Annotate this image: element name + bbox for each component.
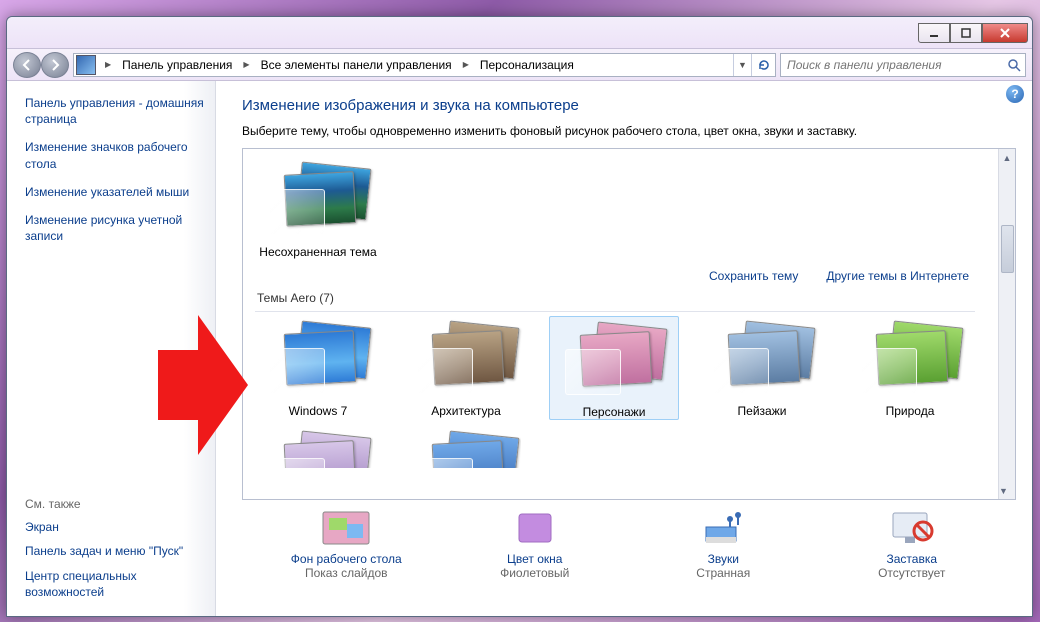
theme-label: Архитектура [401, 404, 531, 418]
setting-label: Фон рабочего стола [261, 552, 431, 566]
setting-label: Звуки [638, 552, 808, 566]
scroll-thumb[interactable] [1001, 225, 1014, 273]
theme-label: Природа [845, 404, 975, 418]
sounds-button[interactable]: Звуки Странная [638, 508, 808, 580]
refresh-button[interactable] [751, 54, 775, 76]
minimize-button[interactable] [918, 23, 950, 43]
theme-characters[interactable]: Персонажи [549, 316, 679, 420]
nav-back-button[interactable] [13, 52, 41, 78]
theme-landscapes[interactable]: Пейзажи [697, 316, 827, 420]
save-theme-link[interactable]: Сохранить тему [709, 269, 798, 283]
search-icon [1003, 58, 1025, 72]
page-subtitle: Выберите тему, чтобы одновременно измени… [242, 124, 1016, 138]
aero-section-label: Темы Aero (7) [253, 287, 993, 311]
breadcrumb-seg3[interactable]: Персонализация [476, 54, 578, 76]
setting-value: Отсутствует [827, 566, 997, 580]
desktop-background-button[interactable]: Фон рабочего стола Показ слайдов [261, 508, 431, 580]
page-title: Изменение изображения и звука на компьют… [242, 97, 1016, 114]
color-icon [508, 508, 562, 548]
setting-label: Цвет окна [450, 552, 620, 566]
see-also-taskbar[interactable]: Панель задач и меню "Пуск" [25, 543, 207, 559]
setting-value: Показ слайдов [261, 566, 431, 580]
setting-label: Заставка [827, 552, 997, 566]
theme-windows7[interactable]: Windows 7 [253, 316, 383, 420]
main-pane: ? Изменение изображения и звука на компь… [216, 81, 1032, 616]
maximize-button[interactable] [950, 23, 982, 43]
setting-value: Странная [638, 566, 808, 580]
see-also-ease[interactable]: Центр специальных возможностей [25, 568, 207, 600]
breadcrumb-seg2[interactable]: Все элементы панели управления [257, 54, 456, 76]
close-button[interactable] [982, 23, 1028, 43]
sidebar-link-pointers[interactable]: Изменение указателей мыши [25, 184, 207, 200]
theme-partial-1[interactable] [253, 426, 383, 472]
scroll-up-icon[interactable]: ▲ [999, 149, 1015, 166]
address-bar[interactable]: ▶ Панель управления ▶ Все элементы панел… [73, 53, 776, 77]
sounds-icon [696, 508, 750, 548]
section-divider [255, 311, 975, 312]
theme-label: Персонажи [550, 405, 678, 419]
breadcrumb-seg1[interactable]: Панель управления [118, 54, 236, 76]
see-also-display[interactable]: Экран [25, 519, 207, 535]
theme-label: Пейзажи [697, 404, 827, 418]
theme-unsaved-label: Несохраненная тема [253, 245, 383, 259]
sidebar-home-link[interactable]: Панель управления - домашняя страница [25, 95, 207, 127]
theme-label: Windows 7 [253, 404, 383, 418]
scroll-down-icon[interactable]: ▼ [999, 482, 1008, 499]
window-color-button[interactable]: Цвет окна Фиолетовый [450, 508, 620, 580]
address-dropdown[interactable]: ▼ [733, 54, 751, 76]
nav-forward-button[interactable] [41, 52, 69, 78]
scrollbar[interactable]: ▲ ▼ [998, 149, 1015, 499]
side-pane: Панель управления - домашняя страница Из… [7, 81, 216, 616]
screensaver-icon [885, 508, 939, 548]
sidebar-link-desktop-icons[interactable]: Изменение значков рабочего стола [25, 139, 207, 171]
theme-nature[interactable]: Природа [845, 316, 975, 420]
theme-unsaved[interactable]: Несохраненная тема [253, 157, 383, 259]
search-box[interactable] [780, 53, 1026, 77]
theme-partial-2[interactable] [401, 426, 531, 472]
personalization-window: ▶ Панель управления ▶ Все элементы панел… [6, 16, 1033, 617]
screensaver-button[interactable]: Заставка Отсутствует [827, 508, 997, 580]
more-themes-link[interactable]: Другие темы в Интернете [826, 269, 969, 283]
control-panel-icon [76, 55, 96, 75]
search-input[interactable] [781, 58, 1003, 72]
theme-architecture[interactable]: Архитектура [401, 316, 531, 420]
settings-row: Фон рабочего стола Показ слайдов Цвет ок… [242, 500, 1016, 580]
help-icon[interactable]: ? [1006, 85, 1024, 103]
wallpaper-icon [319, 508, 373, 548]
see-also-title: См. также [25, 497, 207, 511]
titlebar [7, 17, 1032, 49]
themes-scroll-area: Несохраненная тема Сохранить тему Другие… [242, 148, 1016, 500]
sidebar-link-account-picture[interactable]: Изменение рисунка учетной записи [25, 212, 207, 244]
setting-value: Фиолетовый [450, 566, 620, 580]
navbar: ▶ Панель управления ▶ Все элементы панел… [7, 49, 1032, 81]
